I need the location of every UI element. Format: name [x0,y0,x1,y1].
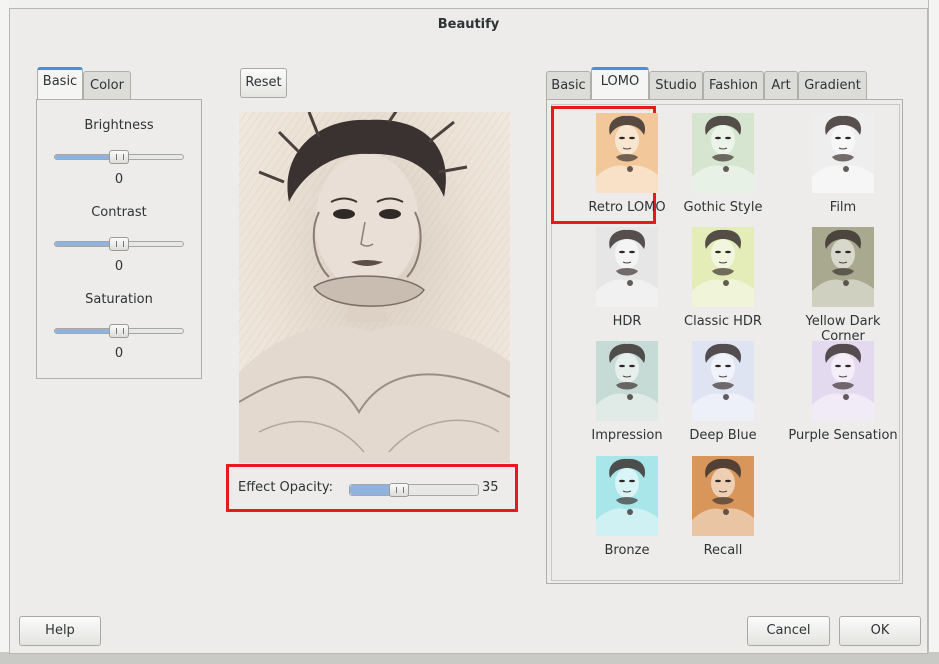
effect-item[interactable]: Gothic Style [668,113,778,217]
effect-item[interactable]: Recall [668,456,778,560]
effect-label: Recall [703,543,743,558]
effect-label: Retro LOMO [588,200,666,215]
effect-label: Gothic Style [683,200,763,215]
contrast-slider-handle[interactable] [109,237,129,251]
background-app-right [928,0,939,664]
effect-item[interactable]: Retro LOMO [572,113,682,217]
saturation-value: 0 [114,346,124,361]
adjust-panel: Brightness 0 Contrast 0 Saturation 0 [36,99,202,379]
background-app-left [0,0,9,664]
tab-art[interactable]: Art [764,71,798,99]
tab-color[interactable]: Color [83,71,131,99]
effect-thumbnail[interactable] [692,341,754,421]
effect-label: Impression [591,428,663,443]
effect-thumbnail[interactable] [812,341,874,421]
effect-thumbnail[interactable] [596,113,658,193]
contrast-slider[interactable] [54,237,184,251]
contrast-value: 0 [114,259,124,274]
effect-opacity-slider-handle[interactable] [389,483,409,497]
effect-thumbnail[interactable] [812,113,874,193]
effect-item[interactable]: Deep Blue [668,341,778,445]
effect-label: Yellow Dark Corner [805,314,881,344]
saturation-slider[interactable] [54,324,184,338]
saturation-label: Saturation [85,292,153,307]
effect-item[interactable]: Classic HDR [668,227,778,331]
effect-label: Deep Blue [689,428,757,443]
effect-opacity-value: 35 [482,480,499,495]
dialog-title: Beautify [437,17,500,32]
contrast-label: Contrast [91,205,147,220]
effect-opacity-label: Effect Opacity: [238,480,333,495]
saturation-slider-handle[interactable] [109,324,129,338]
effect-thumbnail[interactable] [596,341,658,421]
effect-thumbnail[interactable] [692,227,754,307]
effect-item[interactable]: Film [788,113,898,217]
tab-fashion[interactable]: Fashion [703,71,764,99]
tab-basic-effects[interactable]: Basic [546,71,591,99]
brightness-slider-handle[interactable] [109,150,129,164]
effect-label: HDR [612,314,642,329]
ok-button[interactable]: OK [839,616,921,646]
effect-thumbnail[interactable] [596,456,658,536]
effect-label: Classic HDR [684,314,762,329]
effect-item[interactable]: Bronze [572,456,682,560]
effect-opacity-slider[interactable] [349,483,479,497]
tab-gradient[interactable]: Gradient [798,71,867,99]
effect-item[interactable]: HDR [572,227,682,331]
brightness-label: Brightness [84,118,154,133]
effect-thumbnail[interactable] [692,456,754,536]
brightness-value: 0 [114,172,124,187]
beautify-dialog: Beautify Basic Color Brightness 0 Contra… [9,8,928,654]
effect-thumbnail[interactable] [692,113,754,193]
brightness-slider[interactable] [54,150,184,164]
effect-item[interactable]: Yellow Dark Corner [788,227,898,344]
effect-item[interactable]: Purple Sensation [788,341,898,445]
effect-label: Bronze [604,543,650,558]
tab-basic-adjust[interactable]: Basic [37,67,83,99]
effect-thumbnail[interactable] [812,227,874,307]
reset-button[interactable]: Reset [240,68,287,98]
effect-item[interactable]: Impression [572,341,682,445]
preview-image [239,112,510,463]
effect-label: Purple Sensation [788,428,898,443]
effect-thumbnail[interactable] [596,227,658,307]
effect-label: Film [829,200,857,215]
cancel-button[interactable]: Cancel [747,616,830,646]
help-button[interactable]: Help [19,616,101,646]
tab-studio[interactable]: Studio [649,71,703,99]
tab-lomo[interactable]: LOMO [591,67,649,99]
